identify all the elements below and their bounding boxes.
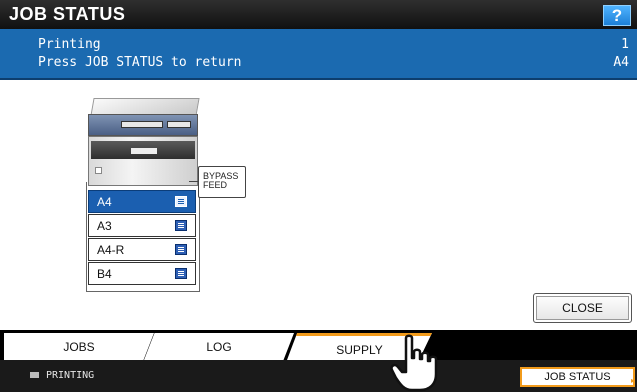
- drawer-3[interactable]: A4-R: [88, 238, 196, 261]
- tab-bar: JOBS LOG SUPPLY: [0, 330, 637, 360]
- drawer-1[interactable]: A4: [88, 190, 196, 213]
- drawer-2[interactable]: A3: [88, 214, 196, 237]
- paper-drawers: A4 A3 A4-R B4: [88, 190, 198, 286]
- message-line-2: Press JOB STATUS to return: [38, 55, 242, 70]
- drawer-4[interactable]: B4: [88, 262, 196, 285]
- printer-icon: [30, 372, 39, 378]
- drawer-size-label: A3: [97, 219, 112, 233]
- tab-log[interactable]: LOG: [144, 333, 294, 360]
- title-bar: JOB STATUS ?: [0, 0, 637, 29]
- paper-stack-icon: [175, 196, 187, 207]
- drawer-size-label: A4-R: [97, 243, 125, 257]
- copier-illustration: [88, 96, 200, 188]
- bypass-label-line-2: FEED: [203, 180, 228, 190]
- close-button[interactable]: CLOSE: [533, 293, 632, 323]
- tab-jobs[interactable]: JOBS: [4, 333, 154, 360]
- paper-stack-icon: [175, 244, 187, 255]
- help-button[interactable]: ?: [603, 5, 631, 26]
- message-bar: Printing Press JOB STATUS to return 1 A4: [0, 29, 637, 80]
- supply-panel: A4 A3 A4-R B4 BYPASS FEED CLOSE: [0, 80, 637, 330]
- paper-stack-icon: [175, 220, 187, 231]
- drawer-size-label: B4: [97, 267, 112, 281]
- hand-pointer-icon: [390, 334, 438, 392]
- message-line-1: Printing: [38, 37, 101, 52]
- control-panel-keys: [167, 121, 191, 128]
- printer-status-text: PRINTING: [46, 370, 95, 381]
- copier-indicator: [95, 167, 102, 174]
- job-status-button[interactable]: JOB STATUS: [520, 367, 635, 389]
- copier-top: [88, 114, 198, 136]
- output-slot: [131, 148, 157, 154]
- copy-count: 1: [621, 37, 629, 52]
- status-bar: PRINTING JOB STATUS: [0, 360, 637, 392]
- paper-size-indicator: A4: [613, 55, 629, 70]
- page-title: JOB STATUS: [9, 4, 126, 24]
- output-tray: [91, 141, 195, 159]
- control-panel: [121, 121, 163, 128]
- drawer-size-label: A4: [97, 195, 112, 209]
- bypass-feed-button[interactable]: BYPASS FEED: [189, 166, 246, 198]
- paper-stack-icon: [175, 268, 187, 279]
- job-status-screen: JOB STATUS ? Printing Press JOB STATUS t…: [0, 0, 637, 392]
- copier-body: [88, 136, 198, 186]
